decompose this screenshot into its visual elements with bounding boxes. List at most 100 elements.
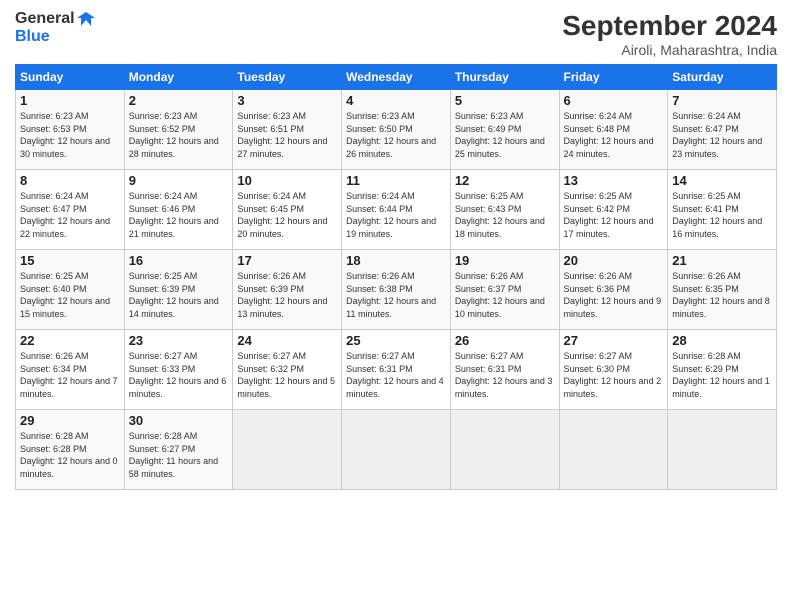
- table-row: 8 Sunrise: 6:24 AMSunset: 6:47 PMDayligh…: [16, 170, 125, 250]
- table-row: [342, 410, 451, 490]
- day-info: Sunrise: 6:23 AMSunset: 6:49 PMDaylight:…: [455, 111, 545, 159]
- table-row: 25 Sunrise: 6:27 AMSunset: 6:31 PMDaylig…: [342, 330, 451, 410]
- day-number: 26: [455, 333, 555, 348]
- table-row: 11 Sunrise: 6:24 AMSunset: 6:44 PMDaylig…: [342, 170, 451, 250]
- calendar-table: Sunday Monday Tuesday Wednesday Thursday…: [15, 64, 777, 490]
- col-saturday: Saturday: [668, 65, 777, 90]
- day-info: Sunrise: 6:24 AMSunset: 6:47 PMDaylight:…: [20, 191, 110, 239]
- title-block: September 2024 Airoli, Maharashtra, Indi…: [562, 10, 777, 58]
- day-number: 28: [672, 333, 772, 348]
- table-row: 20 Sunrise: 6:26 AMSunset: 6:36 PMDaylig…: [559, 250, 668, 330]
- day-info: Sunrise: 6:27 AMSunset: 6:33 PMDaylight:…: [129, 351, 227, 399]
- table-row: 1 Sunrise: 6:23 AMSunset: 6:53 PMDayligh…: [16, 90, 125, 170]
- day-info: Sunrise: 6:26 AMSunset: 6:38 PMDaylight:…: [346, 271, 436, 319]
- calendar-week-row: 15 Sunrise: 6:25 AMSunset: 6:40 PMDaylig…: [16, 250, 777, 330]
- table-row: 6 Sunrise: 6:24 AMSunset: 6:48 PMDayligh…: [559, 90, 668, 170]
- page-title: September 2024: [562, 10, 777, 42]
- table-row: [668, 410, 777, 490]
- page-subtitle: Airoli, Maharashtra, India: [562, 42, 777, 58]
- day-info: Sunrise: 6:25 AMSunset: 6:43 PMDaylight:…: [455, 191, 545, 239]
- table-row: 26 Sunrise: 6:27 AMSunset: 6:31 PMDaylig…: [450, 330, 559, 410]
- col-thursday: Thursday: [450, 65, 559, 90]
- day-number: 13: [564, 173, 664, 188]
- calendar-week-row: 1 Sunrise: 6:23 AMSunset: 6:53 PMDayligh…: [16, 90, 777, 170]
- day-number: 6: [564, 93, 664, 108]
- table-row: 19 Sunrise: 6:26 AMSunset: 6:37 PMDaylig…: [450, 250, 559, 330]
- table-row: 18 Sunrise: 6:26 AMSunset: 6:38 PMDaylig…: [342, 250, 451, 330]
- logo: General Blue: [15, 10, 95, 46]
- day-info: Sunrise: 6:26 AMSunset: 6:35 PMDaylight:…: [672, 271, 770, 319]
- day-info: Sunrise: 6:25 AMSunset: 6:39 PMDaylight:…: [129, 271, 219, 319]
- day-number: 22: [20, 333, 120, 348]
- day-info: Sunrise: 6:25 AMSunset: 6:41 PMDaylight:…: [672, 191, 762, 239]
- calendar-week-row: 8 Sunrise: 6:24 AMSunset: 6:47 PMDayligh…: [16, 170, 777, 250]
- table-row: 5 Sunrise: 6:23 AMSunset: 6:49 PMDayligh…: [450, 90, 559, 170]
- col-wednesday: Wednesday: [342, 65, 451, 90]
- header: General Blue September 2024 Airoli, Maha…: [15, 10, 777, 58]
- day-number: 21: [672, 253, 772, 268]
- table-row: 13 Sunrise: 6:25 AMSunset: 6:42 PMDaylig…: [559, 170, 668, 250]
- day-number: 3: [237, 93, 337, 108]
- day-number: 2: [129, 93, 229, 108]
- col-monday: Monday: [124, 65, 233, 90]
- day-info: Sunrise: 6:27 AMSunset: 6:31 PMDaylight:…: [455, 351, 553, 399]
- day-info: Sunrise: 6:24 AMSunset: 6:47 PMDaylight:…: [672, 111, 762, 159]
- logo-bird-icon: [77, 10, 95, 28]
- table-row: [559, 410, 668, 490]
- table-row: 9 Sunrise: 6:24 AMSunset: 6:46 PMDayligh…: [124, 170, 233, 250]
- day-number: 16: [129, 253, 229, 268]
- day-number: 23: [129, 333, 229, 348]
- day-info: Sunrise: 6:24 AMSunset: 6:45 PMDaylight:…: [237, 191, 327, 239]
- logo-text-blue: Blue: [15, 28, 95, 46]
- day-info: Sunrise: 6:24 AMSunset: 6:44 PMDaylight:…: [346, 191, 436, 239]
- day-info: Sunrise: 6:25 AMSunset: 6:40 PMDaylight:…: [20, 271, 110, 319]
- day-number: 17: [237, 253, 337, 268]
- day-number: 4: [346, 93, 446, 108]
- day-number: 29: [20, 413, 120, 428]
- table-row: 12 Sunrise: 6:25 AMSunset: 6:43 PMDaylig…: [450, 170, 559, 250]
- day-number: 14: [672, 173, 772, 188]
- table-row: 10 Sunrise: 6:24 AMSunset: 6:45 PMDaylig…: [233, 170, 342, 250]
- col-friday: Friday: [559, 65, 668, 90]
- day-number: 7: [672, 93, 772, 108]
- table-row: 4 Sunrise: 6:23 AMSunset: 6:50 PMDayligh…: [342, 90, 451, 170]
- table-row: 28 Sunrise: 6:28 AMSunset: 6:29 PMDaylig…: [668, 330, 777, 410]
- day-number: 5: [455, 93, 555, 108]
- day-info: Sunrise: 6:25 AMSunset: 6:42 PMDaylight:…: [564, 191, 654, 239]
- table-row: 27 Sunrise: 6:27 AMSunset: 6:30 PMDaylig…: [559, 330, 668, 410]
- day-number: 15: [20, 253, 120, 268]
- table-row: 14 Sunrise: 6:25 AMSunset: 6:41 PMDaylig…: [668, 170, 777, 250]
- day-info: Sunrise: 6:26 AMSunset: 6:37 PMDaylight:…: [455, 271, 545, 319]
- day-number: 11: [346, 173, 446, 188]
- col-tuesday: Tuesday: [233, 65, 342, 90]
- day-info: Sunrise: 6:27 AMSunset: 6:31 PMDaylight:…: [346, 351, 444, 399]
- day-number: 19: [455, 253, 555, 268]
- day-number: 12: [455, 173, 555, 188]
- day-number: 10: [237, 173, 337, 188]
- table-row: 30 Sunrise: 6:28 AMSunset: 6:27 PMDaylig…: [124, 410, 233, 490]
- table-row: [450, 410, 559, 490]
- day-number: 9: [129, 173, 229, 188]
- table-row: 3 Sunrise: 6:23 AMSunset: 6:51 PMDayligh…: [233, 90, 342, 170]
- table-row: 15 Sunrise: 6:25 AMSunset: 6:40 PMDaylig…: [16, 250, 125, 330]
- day-number: 27: [564, 333, 664, 348]
- table-row: 17 Sunrise: 6:26 AMSunset: 6:39 PMDaylig…: [233, 250, 342, 330]
- col-sunday: Sunday: [16, 65, 125, 90]
- day-number: 24: [237, 333, 337, 348]
- day-number: 25: [346, 333, 446, 348]
- day-number: 20: [564, 253, 664, 268]
- table-row: 22 Sunrise: 6:26 AMSunset: 6:34 PMDaylig…: [16, 330, 125, 410]
- calendar-week-row: 22 Sunrise: 6:26 AMSunset: 6:34 PMDaylig…: [16, 330, 777, 410]
- page-container: General Blue September 2024 Airoli, Maha…: [0, 0, 792, 500]
- day-info: Sunrise: 6:23 AMSunset: 6:51 PMDaylight:…: [237, 111, 327, 159]
- day-info: Sunrise: 6:23 AMSunset: 6:50 PMDaylight:…: [346, 111, 436, 159]
- day-info: Sunrise: 6:28 AMSunset: 6:29 PMDaylight:…: [672, 351, 770, 399]
- table-row: 23 Sunrise: 6:27 AMSunset: 6:33 PMDaylig…: [124, 330, 233, 410]
- logo-text-general: General: [15, 10, 75, 28]
- day-number: 1: [20, 93, 120, 108]
- table-row: [233, 410, 342, 490]
- table-row: 2 Sunrise: 6:23 AMSunset: 6:52 PMDayligh…: [124, 90, 233, 170]
- day-info: Sunrise: 6:27 AMSunset: 6:32 PMDaylight:…: [237, 351, 335, 399]
- calendar-week-row: 29 Sunrise: 6:28 AMSunset: 6:28 PMDaylig…: [16, 410, 777, 490]
- day-number: 18: [346, 253, 446, 268]
